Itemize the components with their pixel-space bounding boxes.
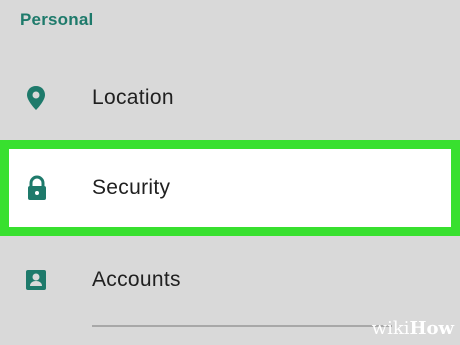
divider — [92, 325, 392, 327]
wikihow-watermark: wikiHow — [371, 318, 454, 339]
settings-item-security[interactable]: Security — [0, 140, 460, 236]
account-icon — [22, 265, 50, 295]
settings-item-label: Security — [92, 176, 171, 199]
settings-item-label: Accounts — [92, 268, 181, 291]
section-title: Personal — [20, 10, 94, 29]
settings-item-location[interactable]: Location — [0, 54, 460, 142]
location-pin-icon — [22, 83, 50, 113]
lock-icon — [23, 173, 51, 203]
settings-item-label: Location — [92, 86, 174, 109]
